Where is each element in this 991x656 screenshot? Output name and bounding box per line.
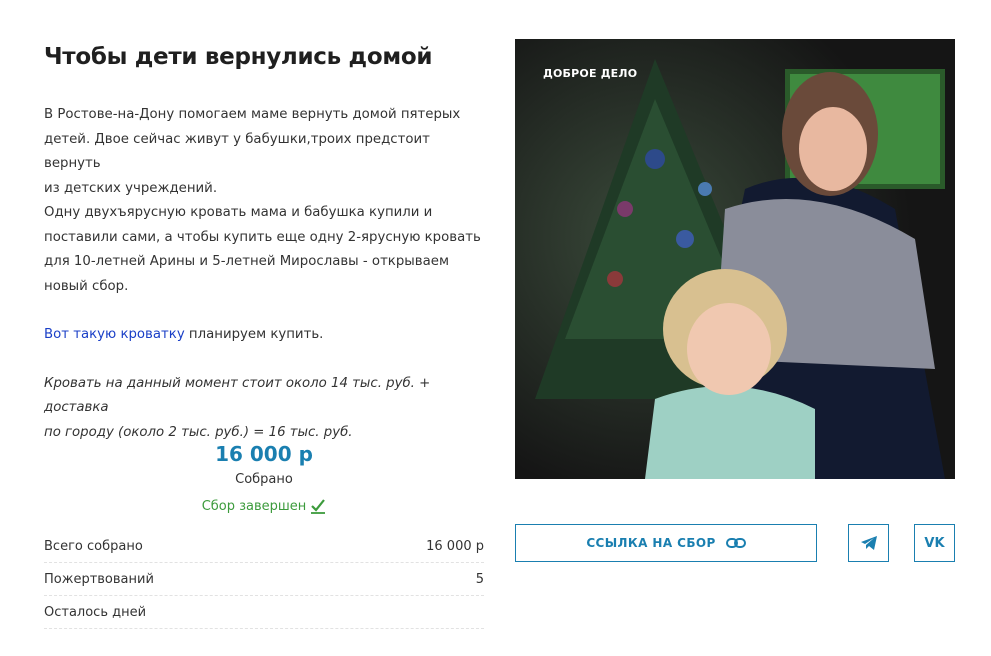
photo-watermark: ДОБРОЕ ДЕЛО: [543, 67, 638, 80]
stats-label: Осталось дней: [44, 604, 147, 620]
description-line: новый сбор.: [44, 278, 129, 294]
stats-row-donations: Пожертвований 5: [44, 563, 484, 596]
stats-value: 16 000 р: [426, 538, 484, 554]
photo-illustration: [515, 39, 955, 479]
page-title: Чтобы дети вернулись домой: [44, 44, 433, 70]
description: В Ростове-на-Дону помогаем маме вернуть …: [44, 103, 489, 445]
status-text: Сбор завершен: [201, 498, 307, 514]
telegram-icon: [860, 536, 877, 550]
description-line: поставили сами, а чтобы купить еще одну …: [44, 229, 481, 245]
bed-link[interactable]: Вот такую кроватку: [44, 327, 185, 342]
stats-label: Пожертвований: [44, 571, 154, 587]
fundraising-stats-table: Всего собрано 16 000 р Пожертвований 5 О…: [44, 530, 484, 629]
price-note-line: Кровать на данный момент стоит около 14 …: [44, 375, 431, 416]
status-badge: Сбор завершен: [202, 498, 327, 514]
description-line: из детских учреждений.: [44, 180, 218, 196]
check-icon: [311, 499, 326, 514]
stats-label: Всего собрано: [44, 538, 143, 554]
campaign-link-button[interactable]: ССЫЛКА НА СБОР: [515, 524, 817, 562]
description-line: для 10-летней Арины и 5-летней Мирославы…: [44, 254, 449, 269]
description-line: детей. Двое сейчас живут у бабушки,троих…: [44, 131, 430, 172]
description-line: Одну двухъярусную кровать мама и бабушка…: [44, 205, 433, 220]
collected-amount: 16 000 р: [215, 442, 313, 466]
fundraising-summary: 16 000 р Собрано Сбор завершен: [44, 440, 484, 514]
stats-value: 5: [475, 571, 484, 587]
campaign-photo: ДОБРОЕ ДЕЛО: [515, 39, 955, 479]
collected-label: Собрано: [235, 472, 293, 487]
bed-link-suffix: планируем купить.: [184, 327, 324, 342]
campaign-link-label: ССЫЛКА НА СБОР: [586, 536, 716, 550]
vk-share-button[interactable]: VK: [914, 524, 955, 562]
link-icon: [725, 538, 746, 548]
stats-row-total: Всего собрано 16 000 р: [44, 530, 484, 563]
stats-row-days-left: Осталось дней: [44, 596, 484, 629]
bed-link-line: Вот такую кроватку планируем купить.: [44, 323, 489, 348]
telegram-share-button[interactable]: [848, 524, 889, 562]
description-line: В Ростове-на-Дону помогаем маме вернуть …: [44, 107, 461, 122]
vk-icon: VK: [924, 535, 945, 551]
